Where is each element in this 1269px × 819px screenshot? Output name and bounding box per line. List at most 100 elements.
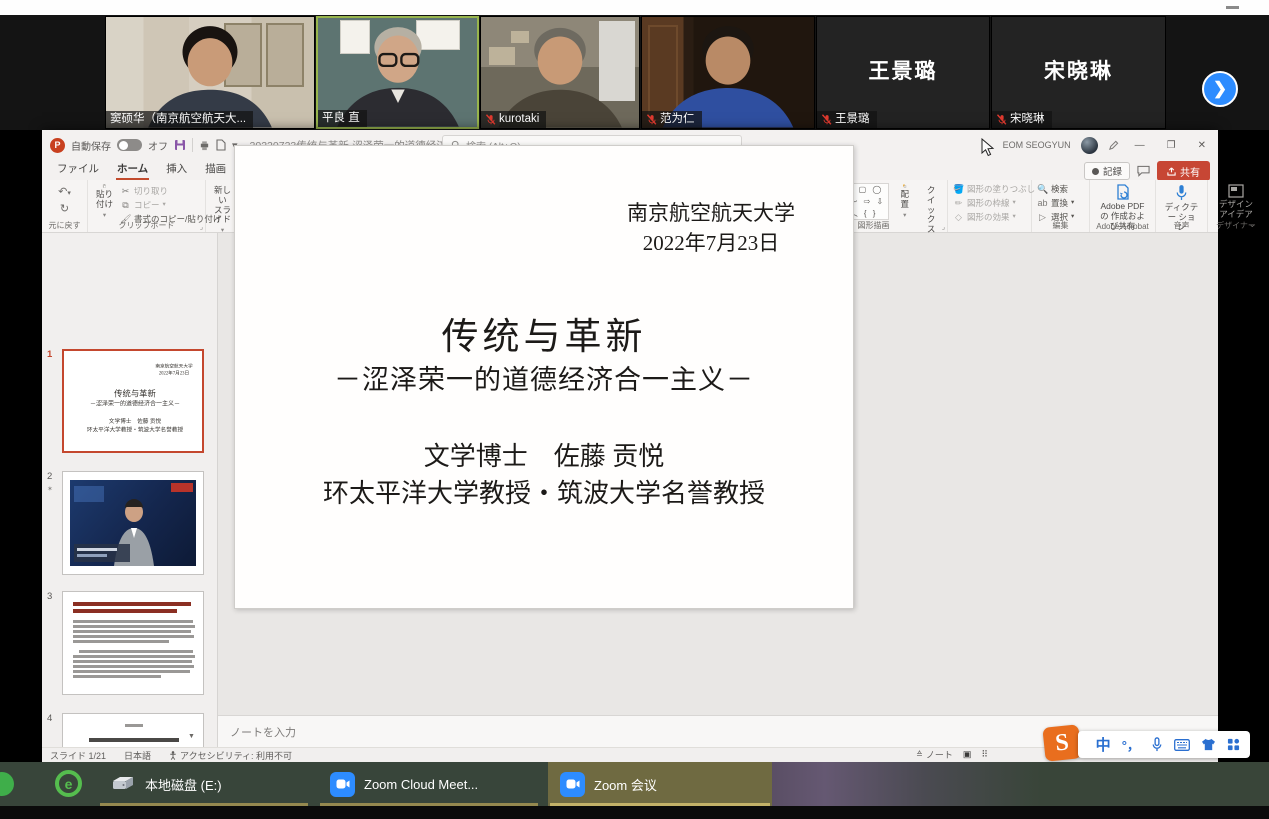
browser-e-icon[interactable]: e (55, 770, 82, 797)
taskbar-button-disk-e[interactable]: 本地磁盘 (E:) (98, 762, 310, 806)
participant-name-label: 王景璐 (817, 111, 877, 128)
design-ideas-icon (1228, 184, 1244, 198)
taskbar-app-icon-partial[interactable] (0, 772, 14, 796)
taskbar-button-zoom-meeting[interactable]: Zoom 会议 (548, 762, 772, 806)
ribbon-quick-actions: 記録 共有 (1084, 161, 1210, 181)
clipboard-dialog-launcher-icon[interactable]: ⌟ (200, 223, 203, 231)
slide-canvas[interactable]: 南京航空航天大学 2022年7月23日 传统与革新 －涩泽荣一的道德经济合一主义… (234, 145, 854, 609)
drawing-dialog-launcher-icon[interactable]: ⌟ (942, 223, 945, 231)
taskbar-button-label: Zoom 会议 (594, 775, 657, 794)
collapse-ribbon-icon[interactable]: ⌄ (1248, 219, 1256, 230)
paste-dropdown-icon: ▾ (103, 212, 106, 219)
next-page-button[interactable]: ❯ (1202, 71, 1238, 107)
ime-punctuation[interactable]: °， (1122, 735, 1140, 754)
participant-name-label: 窦硕华（南京航空航天大... (106, 111, 253, 128)
sogou-ime-toolbar[interactable]: 中 °， (1078, 731, 1250, 758)
group-label-undo: 元に戻す (42, 220, 87, 231)
muted-mic-icon (485, 114, 496, 125)
accessibility-status[interactable]: アクセシビリティ: 利用不可 (169, 749, 292, 762)
save-icon[interactable] (174, 139, 186, 151)
window-restore-button[interactable]: ❐ (1161, 140, 1182, 151)
avatar[interactable] (1081, 137, 1098, 154)
slide-thumbnail-2[interactable] (62, 471, 204, 575)
notes-toggle-button[interactable]: ≙ ノート (916, 748, 953, 761)
participant-name: 范为仁 (660, 111, 695, 128)
participant-tile[interactable]: 范为仁 (641, 16, 815, 129)
arrange-label: 配置 (897, 190, 912, 210)
ppt-status-bar: スライド 1/21 日本語 アクセシビリティ: 利用不可 (42, 747, 1218, 762)
share-button[interactable]: 共有 (1157, 161, 1210, 181)
slide-date: 2022年7月23日 (627, 228, 795, 258)
paste-button[interactable]: 貼り付け ▾ (93, 183, 116, 220)
shape-outline-button[interactable]: ✏図形の枠線▾ (953, 198, 1026, 209)
participant-tile[interactable]: 宋晓琳 宋晓琳 (991, 16, 1166, 129)
dictate-mic-icon (1175, 184, 1188, 201)
design-ideas-button[interactable]: デザイン アイデア (1213, 183, 1259, 221)
thumbnail-scroll-down-icon[interactable]: ▼ (188, 733, 195, 740)
titlebar-right: EOM SEOGYUN — ❐ ✕ (1003, 130, 1212, 160)
ime-chinese-mode[interactable]: 中 (1096, 734, 1111, 755)
window-close-button[interactable]: ✕ (1192, 140, 1212, 151)
minimize-dash-icon[interactable] (1226, 6, 1239, 9)
taskbar-button-zoom-cloud[interactable]: Zoom Cloud Meet... (318, 762, 540, 806)
new-slide-button[interactable]: 新しい スライド ▾ (211, 183, 234, 220)
account-name[interactable]: EOM SEOGYUN (1003, 140, 1071, 150)
print-preview-icon[interactable] (199, 140, 210, 151)
shape-fill-button[interactable]: 🪣図形の塗りつぶし▾ (953, 184, 1026, 195)
participant-tile[interactable]: kurotaki (480, 16, 640, 129)
undo-icon[interactable]: ↶▾ (58, 185, 71, 198)
taskbar-button-label: Zoom Cloud Meet... (364, 777, 478, 792)
adobe-pdf-icon (1115, 184, 1131, 200)
tab-insert[interactable]: 挿入 (157, 159, 196, 180)
thumbnail-number: 3 (47, 591, 52, 602)
participant-name: 平良 直 (322, 110, 360, 127)
ime-skin-icon[interactable] (1201, 738, 1216, 751)
new-document-icon[interactable] (216, 139, 226, 151)
ime-mic-icon[interactable] (1151, 737, 1163, 752)
tab-home[interactable]: ホーム (108, 159, 157, 180)
record-button[interactable]: 記録 (1084, 162, 1130, 180)
comments-icon[interactable] (1137, 165, 1150, 177)
acrobat-group: Adobe PDF の 作成および共有 Adobe Acrobat (1090, 180, 1156, 232)
undo-group: ↶▾ ↻ 元に戻す (42, 180, 88, 232)
thumbnail-number: 4 (47, 713, 52, 724)
studio-screen (74, 486, 104, 502)
normal-view-icon[interactable]: ▣ (963, 749, 972, 760)
slide-counter[interactable]: スライド 1/21 (50, 749, 106, 762)
tab-draw[interactable]: 描画 (196, 159, 235, 180)
participant-tile[interactable]: 王景璐 王景璐 (816, 16, 990, 129)
arrange-button[interactable]: 配置 ▾ (894, 183, 915, 220)
mini-author: 文学博士 佐藤 贡悦 (64, 416, 204, 424)
disk-drive-icon (110, 775, 136, 793)
tab-file[interactable]: ファイル (48, 159, 108, 180)
redo-icon[interactable]: ↻ (60, 202, 69, 215)
participant-tile[interactable]: 窦硕华（南京航空航天大... (105, 16, 315, 129)
ime-keyboard-icon[interactable] (1174, 739, 1190, 751)
muted-mic-icon (646, 114, 657, 125)
pen-icon[interactable] (1108, 140, 1119, 151)
slide-thumbnail-3[interactable] (62, 591, 204, 695)
caption-box (74, 544, 130, 562)
sogou-logo-icon[interactable]: S (1042, 724, 1081, 762)
participant-tile-active-speaker[interactable]: 平良 直 (316, 16, 479, 129)
slide-thumbnail-panel[interactable]: 1 南京航空航天大学2022年7月23日 传统与革新 －涩泽荣一的道德经济合一主… (42, 233, 218, 747)
language-indicator[interactable]: 日本語 (124, 749, 151, 762)
participant-name-label: 宋晓琳 (992, 111, 1052, 128)
group-label-editing: 編集 (1032, 220, 1089, 231)
slide-thumbnail-4[interactable] (62, 713, 204, 747)
autosave-toggle[interactable] (117, 139, 142, 151)
notes-icon: ≙ (916, 750, 923, 759)
quick-styles-button[interactable]: クイック スタイル (920, 183, 942, 220)
participant-display-name: 宋晓琳 (992, 55, 1165, 85)
shape-effects-button[interactable]: ◇図形の効果▾ (953, 212, 1026, 223)
shape-format-column: 🪣図形の塗りつぶし▾ ✏図形の枠線▾ ◇図形の効果▾ (948, 180, 1032, 232)
mouse-cursor (981, 138, 995, 158)
replace-button[interactable]: ab置換▾ (1037, 198, 1084, 209)
window-minimize-button[interactable]: — (1129, 140, 1151, 151)
slide-thumbnail-1[interactable]: 南京航空航天大学2022年7月23日 传统与革新 －涩泽荣一的道德经济合一主义－… (62, 349, 204, 453)
slide-title: 传统与革新 (235, 306, 853, 360)
ime-toolbox-icon[interactable] (1227, 738, 1240, 751)
record-dot-icon (1092, 168, 1099, 175)
find-button[interactable]: 🔍検索 (1037, 184, 1084, 195)
slide-sorter-view-icon[interactable]: ⠿ (981, 749, 988, 760)
